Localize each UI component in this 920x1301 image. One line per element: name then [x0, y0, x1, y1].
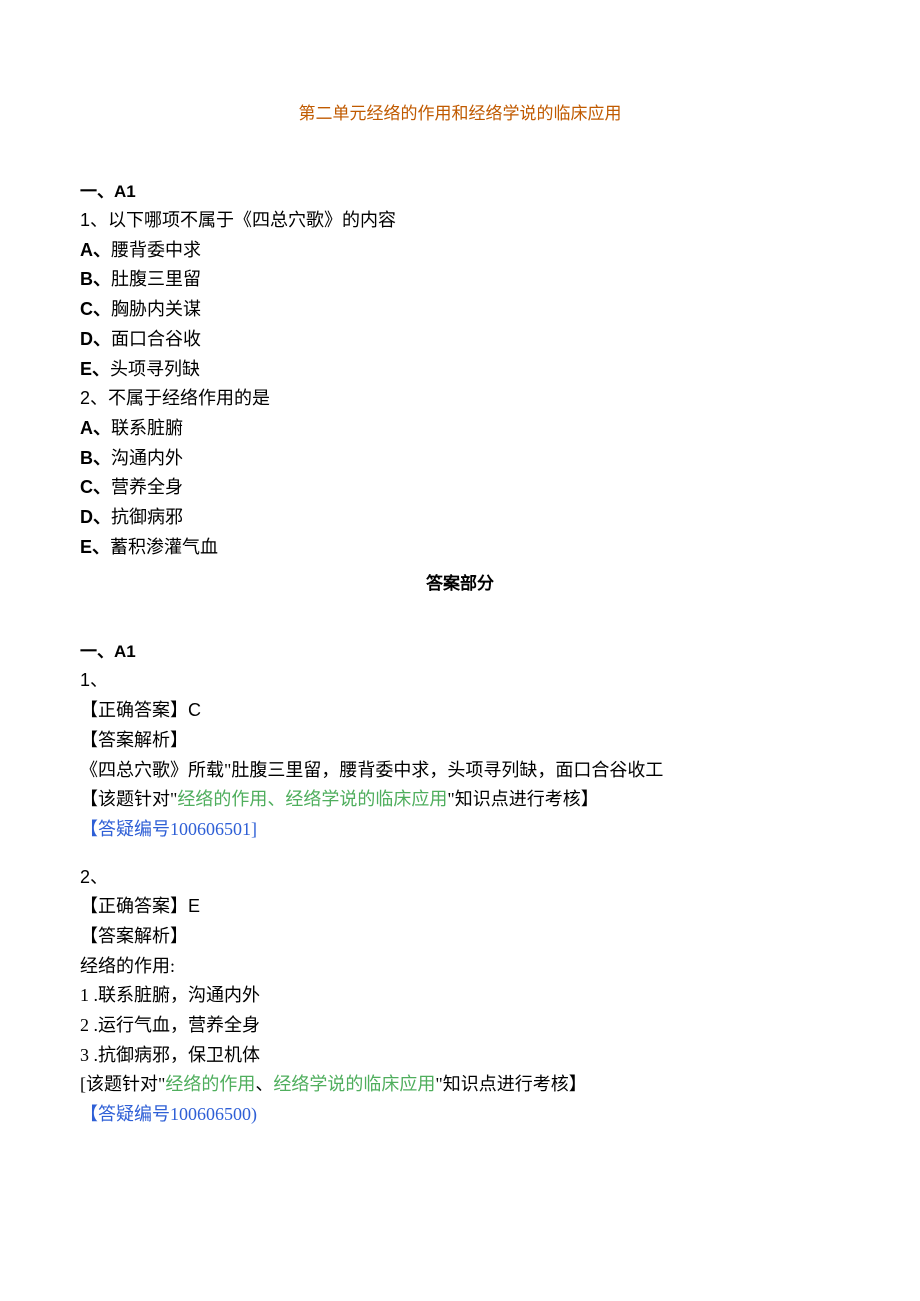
point-highlight-1: 经络的作用 [165, 1074, 255, 1094]
opt-text: 营养全身 [111, 477, 183, 497]
opt-text: 蓄积渗灌气血 [110, 537, 218, 557]
spacer [80, 845, 840, 863]
opt-letter: C、 [80, 299, 111, 319]
answer-2-correct: 【正确答案】E [80, 892, 840, 922]
answer-2-explain-l2: 2 .运行气血，营养全身 [80, 1011, 840, 1041]
correct-label: 【正确答案】 [80, 896, 188, 916]
answer-2-explain-label: 【答案解析】 [80, 922, 840, 952]
opt-text: 面口合谷收 [111, 329, 201, 349]
ref-pre: 【 [80, 819, 98, 839]
q1-text: 以下哪项不属于《四总穴歌》的内容 [108, 210, 396, 230]
document-page: 第二单元经络的作用和经络学说的临床应用 一、A1 1、以下哪项不属于《四总穴歌》… [0, 0, 920, 1210]
q1-option-d: D、面口合谷收 [80, 325, 840, 355]
q2-option-b: B、沟通内外 [80, 444, 840, 474]
q2-option-a: A、联系脏腑 [80, 414, 840, 444]
section-prefix: 一、 [80, 182, 114, 201]
q2-option-e: E、蓄积渗灌气血 [80, 533, 840, 563]
a2-num: 2、 [80, 867, 108, 887]
opt-text: 抗御病邪 [111, 507, 183, 527]
answer-2-knowledge-point: [该题针对"经络的作用、经络学说的临床应用"知识点进行考核】 [80, 1070, 840, 1100]
point-pre: 【该题针对" [80, 789, 177, 809]
opt-letter: A、 [80, 418, 111, 438]
document-title: 第二单元经络的作用和经络学说的临床应用 [80, 100, 840, 128]
point-highlight: 经络的作用、经络学说的临床应用 [177, 789, 447, 809]
correct-value: C [188, 700, 201, 720]
opt-text: 胸胁内关谋 [111, 299, 201, 319]
answer-2-explain-l3: 3 .抗御病邪，保卫机体 [80, 1041, 840, 1071]
opt-letter: D、 [80, 507, 111, 527]
opt-text: 沟通内外 [111, 448, 183, 468]
answer-1-explain-text: 《四总穴歌》所载"肚腹三里留，腰背委中求，头项寻列缺，面口合谷收工 [80, 756, 840, 786]
answer-2-number: 2、 [80, 863, 840, 893]
opt-letter: D、 [80, 329, 111, 349]
answers-section-heading: 一、A1 [80, 638, 840, 666]
ref-pre: 【 [80, 1104, 98, 1124]
q2-text: 不属于经络作用的是 [108, 388, 270, 408]
ref-mid: 答疑编号100606501] [98, 819, 257, 839]
section-heading: 一、A1 [80, 178, 840, 206]
opt-letter: A、 [80, 240, 111, 260]
answer-1-knowledge-point: 【该题针对"经络的作用、经络学说的临床应用"知识点进行考核】 [80, 785, 840, 815]
opt-text: 头项寻列缺 [110, 359, 200, 379]
correct-value: E [188, 896, 200, 916]
point-highlight-2: 经络学说的临床应用 [273, 1074, 435, 1094]
q1-option-e: E、头项寻列缺 [80, 355, 840, 385]
q1-number: 1、 [80, 210, 108, 230]
answer-1-explain-label: 【答案解析】 [80, 726, 840, 756]
point-post: "知识点进行考核】 [435, 1074, 586, 1094]
opt-letter: E、 [80, 359, 110, 379]
answer-1-number: 1、 [80, 666, 840, 696]
section-prefix: 一、 [80, 642, 114, 661]
opt-letter: B、 [80, 269, 111, 289]
opt-text: 肚腹三里留 [111, 269, 201, 289]
point-pre: [该题针对" [80, 1074, 165, 1094]
q2-option-c: C、营养全身 [80, 473, 840, 503]
answers-heading: 答案部分 [80, 570, 840, 598]
q2-number: 2、 [80, 388, 108, 408]
answer-1-correct: 【正确答案】C [80, 696, 840, 726]
opt-text: 腰背委中求 [111, 240, 201, 260]
a1-num: 1、 [80, 670, 108, 690]
answer-2-explain-l0: 经络的作用: [80, 952, 840, 982]
point-post: "知识点进行考核】 [447, 789, 598, 809]
question-1-stem: 1、以下哪项不属于《四总穴歌》的内容 [80, 206, 840, 236]
point-mid: 、 [255, 1074, 273, 1094]
answer-1-reference: 【答疑编号100606501] [80, 815, 840, 845]
opt-text: 联系脏腑 [111, 418, 183, 438]
q2-option-d: D、抗御病邪 [80, 503, 840, 533]
question-2-stem: 2、不属于经络作用的是 [80, 384, 840, 414]
answer-2-reference: 【答疑编号100606500) [80, 1100, 840, 1130]
q1-option-c: C、胸胁内关谋 [80, 295, 840, 325]
opt-letter: E、 [80, 537, 110, 557]
section-a1: A1 [114, 182, 136, 201]
q1-option-a: A、腰背委中求 [80, 236, 840, 266]
section-a1: A1 [114, 642, 136, 661]
ref-mid: 答疑编号100606500) [98, 1104, 257, 1124]
opt-letter: B、 [80, 448, 111, 468]
opt-letter: C、 [80, 477, 111, 497]
answer-2-explain-l1: 1 .联系脏腑，沟通内外 [80, 981, 840, 1011]
correct-label: 【正确答案】 [80, 700, 188, 720]
q1-option-b: B、肚腹三里留 [80, 265, 840, 295]
